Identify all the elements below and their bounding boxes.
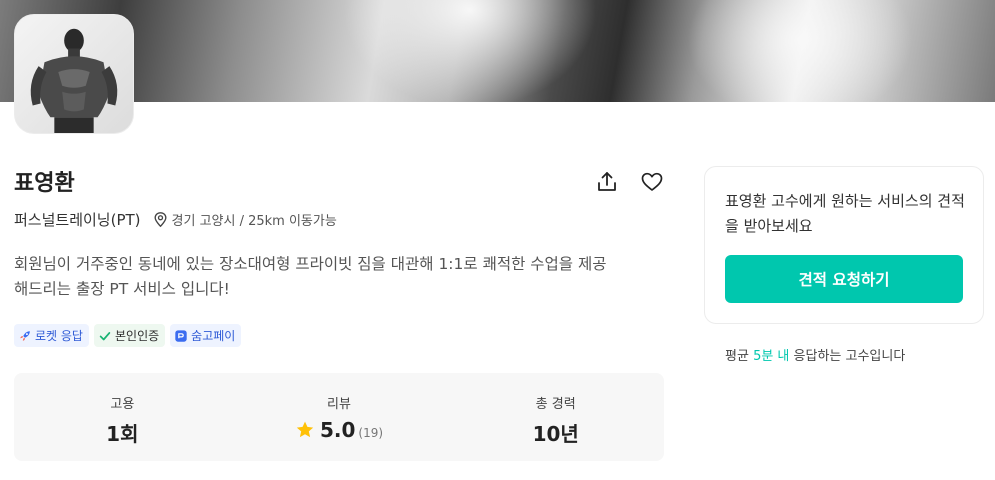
stat-value: 1회 <box>106 422 139 446</box>
star-icon <box>295 420 315 440</box>
response-time-highlight: 5분 내 <box>753 349 790 364</box>
location-pin-icon <box>152 211 169 228</box>
share-icon <box>598 172 616 191</box>
avatar <box>14 14 134 134</box>
badge-rocket-response: 로켓 응답 <box>14 324 89 347</box>
request-quote-button[interactable]: 견적 요청하기 <box>725 255 963 303</box>
stat-career: 총 경력 10년 <box>447 373 664 461</box>
quote-request-card: 표영환 고수에게 원하는 서비스의 견적을 받아보세요 견적 요청하기 <box>704 166 984 324</box>
review-rating: 5.0 <box>319 418 356 442</box>
stat-label: 리뷰 <box>327 397 351 412</box>
review-count: (19) <box>358 426 384 440</box>
stats-panel: 고용 1회 리뷰 5.0 (19) 총 경력 10년 <box>14 373 664 461</box>
badge-list: 로켓 응답 본인인증 숨고페이 <box>14 324 242 347</box>
response-suffix: 응답하는 고수입니다 <box>793 349 906 364</box>
badge-label: 본인인증 <box>114 329 160 343</box>
quote-prompt: 표영환 고수에게 원하는 서비스의 견적을 받아보세요 <box>725 192 965 235</box>
stat-hire: 고용 1회 <box>14 373 231 461</box>
location-text: 경기 고양시 / 25km 이동가능 <box>171 214 337 229</box>
stat-review[interactable]: 리뷰 5.0 (19) <box>231 373 448 461</box>
response-prefix: 평균 <box>725 349 749 364</box>
badge-soomgo-pay: 숨고페이 <box>170 324 242 347</box>
share-button[interactable] <box>595 170 619 194</box>
badge-label: 숨고페이 <box>191 329 236 343</box>
favorite-button[interactable] <box>640 170 664 194</box>
pro-intro: 회원님이 거주중인 동네에 있는 장소대여형 프라이빗 짐을 대관해 1:1로 … <box>14 255 607 298</box>
check-icon <box>98 329 112 343</box>
stat-label: 고용 <box>110 397 135 412</box>
service-category: 퍼스널트레이닝(PT) <box>14 211 141 229</box>
heart-icon <box>641 172 663 191</box>
stat-label: 총 경력 <box>535 397 576 412</box>
stat-value: 10년 <box>532 422 579 446</box>
cover-image <box>0 0 995 102</box>
response-time-info: 평균 5분 내 응답하는 고수입니다 <box>725 345 905 364</box>
pro-meta: 퍼스널트레이닝(PT) 경기 고양시 / 25km 이동가능 <box>14 209 337 230</box>
badge-label: 로켓 응답 <box>35 329 83 343</box>
badge-identity-verified: 본인인증 <box>93 324 166 347</box>
pay-icon <box>174 329 188 343</box>
avatar-photo <box>15 15 133 133</box>
pro-name: 표영환 <box>14 171 75 196</box>
rocket-icon <box>18 329 32 343</box>
stat-value-review: 5.0 (19) <box>295 418 383 442</box>
